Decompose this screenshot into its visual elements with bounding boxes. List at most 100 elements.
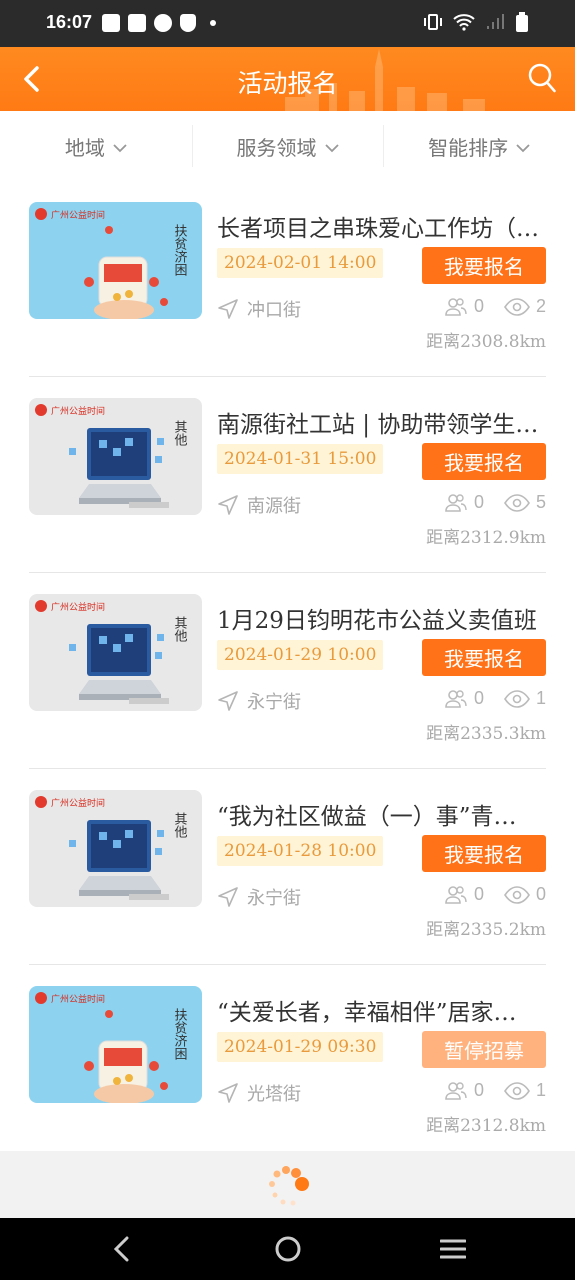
participants-icon	[445, 689, 467, 708]
signup-button[interactable]: 我要报名	[422, 443, 546, 480]
location-text: 光塔街	[247, 1084, 301, 1105]
activity-title[interactable]: “我为社区做益（一）事”青…	[217, 797, 547, 831]
location-arrow-icon	[218, 299, 238, 319]
activity-date: 2024-01-28 10:00	[217, 836, 384, 866]
activity-stats: 0 5	[444, 492, 546, 513]
activity-stats: 0 2	[444, 296, 546, 317]
filter-service-area[interactable]: 服务领域	[191, 111, 384, 181]
location-text: 永宁街	[247, 692, 301, 713]
paused-recruit-button[interactable]: 暂停招募	[422, 1031, 546, 1068]
views-count: 0	[535, 884, 546, 904]
activity-date: 2024-01-29 09:30	[217, 1032, 384, 1062]
list-item[interactable]: 广州公益时间 其他 “我为社区做益（一）事”青… 2024-01-28 10:0…	[29, 769, 546, 965]
wifi-icon	[453, 14, 475, 31]
list-item[interactable]: 广州公益时间 扶贫济困 “关爱长者，幸福相伴”居家… 2024-01-29 09…	[29, 965, 546, 1161]
nav-recents-icon[interactable]	[440, 1238, 466, 1260]
activity-list: 广州公益时间 扶贫济困 长者项目之串珠爱心工作坊（… 2024-02-01 14…	[0, 181, 575, 1161]
activity-thumbnail[interactable]: 广州公益时间 其他	[29, 594, 202, 711]
activity-thumbnail[interactable]: 广州公益时间 扶贫济困	[29, 986, 202, 1103]
activity-thumbnail[interactable]: 广州公益时间 扶贫济困	[29, 202, 202, 319]
eye-icon	[504, 493, 530, 512]
activity-thumbnail[interactable]: 广州公益时间 其他	[29, 398, 202, 515]
thumbnail-category-label: 其他	[172, 812, 188, 839]
participants-count: 0	[473, 1080, 484, 1100]
activity-thumbnail[interactable]: 广州公益时间 其他	[29, 790, 202, 907]
signup-button[interactable]: 我要报名	[422, 247, 546, 284]
location: 永宁街	[217, 688, 301, 714]
svg-text:广州公益时间: 广州公益时间	[51, 209, 105, 221]
participants-count: 0	[473, 688, 484, 708]
thumbnail-category-label: 其他	[172, 420, 188, 447]
notification-icons	[102, 14, 216, 32]
eye-icon	[504, 689, 530, 708]
location: 永宁街	[217, 884, 301, 910]
chevron-down-icon	[324, 144, 339, 153]
chevron-down-icon	[516, 144, 530, 153]
location: 冲口街	[217, 296, 301, 322]
activity-title[interactable]: 1月29日钧明花市公益义卖值班	[217, 601, 547, 635]
thumbnail-category-label: 其他	[172, 616, 188, 643]
location-text: 冲口街	[247, 300, 301, 321]
location-arrow-icon	[218, 887, 238, 907]
system-nav-bar	[0, 1218, 575, 1280]
activity-title[interactable]: “关爱长者，幸福相伴”居家…	[217, 993, 547, 1027]
app-header: 活动报名	[0, 47, 575, 111]
more-dot-icon	[210, 20, 216, 26]
nav-back-icon[interactable]	[110, 1236, 132, 1262]
activity-stats: 0 1	[444, 1080, 546, 1101]
filter-label: 服务领域	[236, 135, 317, 160]
distance: 距离2335.3km	[426, 724, 546, 744]
location-arrow-icon	[218, 1083, 238, 1103]
participants-count: 0	[473, 884, 484, 904]
vibrate-icon	[424, 14, 442, 30]
filter-bar: 地域 服务领域 智能排序	[0, 111, 575, 181]
filter-sort[interactable]: 智能排序	[383, 111, 575, 181]
thumbnail-category-label: 扶贫济困	[172, 224, 188, 276]
svg-text:广州公益时间: 广州公益时间	[51, 601, 105, 613]
views-count: 1	[535, 1080, 546, 1100]
eye-icon	[504, 1081, 530, 1100]
views-count: 5	[535, 492, 546, 512]
chevron-down-icon	[113, 144, 127, 153]
signal-icon	[487, 14, 504, 29]
participants-icon	[445, 885, 467, 904]
eye-icon	[504, 297, 530, 316]
participants-count: 0	[473, 296, 484, 316]
list-item[interactable]: 广州公益时间 扶贫济困 长者项目之串珠爱心工作坊（… 2024-02-01 14…	[29, 181, 546, 377]
battery-icon	[516, 12, 528, 32]
distance: 距离2335.2km	[426, 920, 546, 940]
distance: 距离2308.8km	[426, 332, 546, 352]
svg-text:广州公益时间: 广州公益时间	[51, 993, 105, 1005]
activity-title[interactable]: 南源街社工站 | 协助带领学生…	[217, 405, 547, 439]
location-text: 永宁街	[247, 888, 301, 909]
participants-icon	[445, 1081, 467, 1100]
signup-button[interactable]: 我要报名	[422, 639, 546, 676]
list-item[interactable]: 广州公益时间 其他 南源街社工站 | 协助带领学生… 2024-01-31 15…	[29, 377, 546, 573]
location-arrow-icon	[218, 495, 238, 515]
participants-icon	[445, 297, 467, 316]
activity-stats: 0 1	[444, 688, 546, 709]
location-arrow-icon	[218, 691, 238, 711]
activity-stats: 0 0	[444, 884, 546, 905]
activity-title[interactable]: 长者项目之串珠爱心工作坊（…	[217, 209, 547, 243]
nav-home-icon[interactable]	[274, 1235, 302, 1263]
thumbnail-category-label: 扶贫济困	[172, 1008, 188, 1060]
signup-button[interactable]: 我要报名	[422, 835, 546, 872]
list-item[interactable]: 广州公益时间 其他 1月29日钧明花市公益义卖值班 2024-01-29 10:…	[29, 573, 546, 769]
activity-date: 2024-01-29 10:00	[217, 640, 384, 670]
shield-icon	[180, 14, 196, 32]
mail-icon	[102, 14, 120, 32]
mail-icon	[128, 14, 146, 32]
loading-area	[0, 1151, 575, 1218]
svg-text:广州公益时间: 广州公益时间	[51, 797, 105, 809]
search-icon[interactable]	[527, 62, 557, 94]
status-time: 16:07	[46, 12, 93, 32]
eye-icon	[504, 885, 530, 904]
filter-label: 地域	[64, 135, 105, 160]
participants-count: 0	[473, 492, 484, 512]
views-count: 2	[535, 296, 546, 316]
filter-region[interactable]: 地域	[0, 111, 192, 181]
svg-text:广州公益时间: 广州公益时间	[51, 405, 105, 417]
filter-label: 智能排序	[428, 135, 509, 160]
location: 光塔街	[217, 1080, 301, 1106]
